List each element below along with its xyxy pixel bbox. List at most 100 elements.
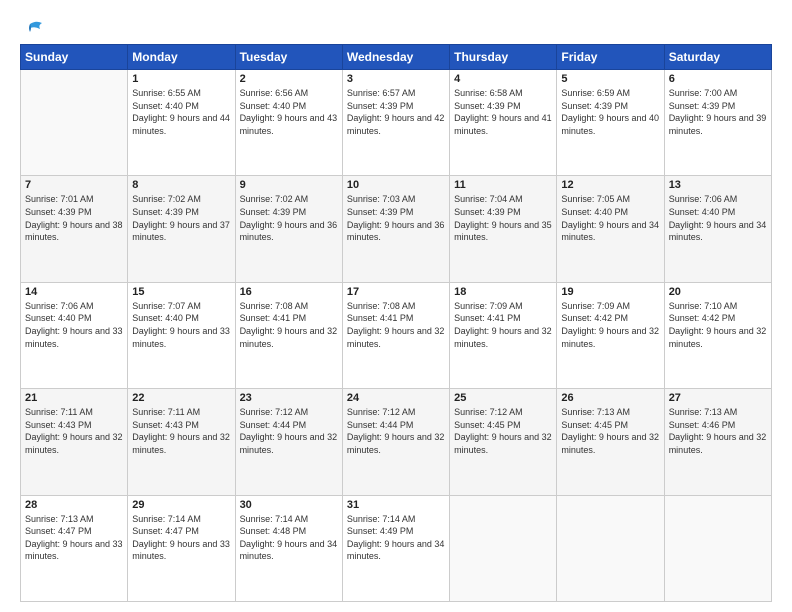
- table-row: 17 Sunrise: 7:08 AMSunset: 4:41 PMDaylig…: [342, 282, 449, 388]
- day-info: Sunrise: 7:11 AMSunset: 4:43 PMDaylight:…: [25, 406, 123, 456]
- col-tuesday: Tuesday: [235, 45, 342, 70]
- day-info: Sunrise: 7:06 AMSunset: 4:40 PMDaylight:…: [669, 193, 767, 243]
- table-row: 3 Sunrise: 6:57 AMSunset: 4:39 PMDayligh…: [342, 70, 449, 176]
- day-number: 12: [561, 179, 659, 191]
- day-number: 29: [132, 499, 230, 511]
- calendar-week-row: 28 Sunrise: 7:13 AMSunset: 4:47 PMDaylig…: [21, 495, 772, 601]
- table-row: 12 Sunrise: 7:05 AMSunset: 4:40 PMDaylig…: [557, 176, 664, 282]
- day-info: Sunrise: 7:14 AMSunset: 4:49 PMDaylight:…: [347, 513, 445, 563]
- table-row: 15 Sunrise: 7:07 AMSunset: 4:40 PMDaylig…: [128, 282, 235, 388]
- day-number: 7: [25, 179, 123, 191]
- table-row: [664, 495, 771, 601]
- col-saturday: Saturday: [664, 45, 771, 70]
- table-row: [557, 495, 664, 601]
- day-number: 1: [132, 73, 230, 85]
- header: [20, 18, 772, 36]
- table-row: 18 Sunrise: 7:09 AMSunset: 4:41 PMDaylig…: [450, 282, 557, 388]
- table-row: 14 Sunrise: 7:06 AMSunset: 4:40 PMDaylig…: [21, 282, 128, 388]
- day-info: Sunrise: 7:13 AMSunset: 4:46 PMDaylight:…: [669, 406, 767, 456]
- day-number: 28: [25, 499, 123, 511]
- calendar-table: Sunday Monday Tuesday Wednesday Thursday…: [20, 44, 772, 602]
- day-number: 16: [240, 286, 338, 298]
- day-info: Sunrise: 6:56 AMSunset: 4:40 PMDaylight:…: [240, 87, 338, 137]
- day-info: Sunrise: 7:04 AMSunset: 4:39 PMDaylight:…: [454, 193, 552, 243]
- day-number: 27: [669, 392, 767, 404]
- table-row: 26 Sunrise: 7:13 AMSunset: 4:45 PMDaylig…: [557, 389, 664, 495]
- table-row: [21, 70, 128, 176]
- col-wednesday: Wednesday: [342, 45, 449, 70]
- table-row: 8 Sunrise: 7:02 AMSunset: 4:39 PMDayligh…: [128, 176, 235, 282]
- table-row: 7 Sunrise: 7:01 AMSunset: 4:39 PMDayligh…: [21, 176, 128, 282]
- day-info: Sunrise: 7:06 AMSunset: 4:40 PMDaylight:…: [25, 300, 123, 350]
- day-info: Sunrise: 6:58 AMSunset: 4:39 PMDaylight:…: [454, 87, 552, 137]
- table-row: 9 Sunrise: 7:02 AMSunset: 4:39 PMDayligh…: [235, 176, 342, 282]
- table-row: 1 Sunrise: 6:55 AMSunset: 4:40 PMDayligh…: [128, 70, 235, 176]
- day-number: 20: [669, 286, 767, 298]
- day-number: 17: [347, 286, 445, 298]
- table-row: 27 Sunrise: 7:13 AMSunset: 4:46 PMDaylig…: [664, 389, 771, 495]
- col-sunday: Sunday: [21, 45, 128, 70]
- day-number: 30: [240, 499, 338, 511]
- day-info: Sunrise: 7:12 AMSunset: 4:44 PMDaylight:…: [347, 406, 445, 456]
- table-row: 16 Sunrise: 7:08 AMSunset: 4:41 PMDaylig…: [235, 282, 342, 388]
- day-info: Sunrise: 6:57 AMSunset: 4:39 PMDaylight:…: [347, 87, 445, 137]
- table-row: 2 Sunrise: 6:56 AMSunset: 4:40 PMDayligh…: [235, 70, 342, 176]
- day-number: 8: [132, 179, 230, 191]
- day-number: 14: [25, 286, 123, 298]
- day-number: 25: [454, 392, 552, 404]
- day-info: Sunrise: 7:01 AMSunset: 4:39 PMDaylight:…: [25, 193, 123, 243]
- table-row: 4 Sunrise: 6:58 AMSunset: 4:39 PMDayligh…: [450, 70, 557, 176]
- day-info: Sunrise: 7:12 AMSunset: 4:45 PMDaylight:…: [454, 406, 552, 456]
- day-number: 4: [454, 73, 552, 85]
- day-info: Sunrise: 6:59 AMSunset: 4:39 PMDaylight:…: [561, 87, 659, 137]
- calendar-week-row: 7 Sunrise: 7:01 AMSunset: 4:39 PMDayligh…: [21, 176, 772, 282]
- day-number: 19: [561, 286, 659, 298]
- day-number: 6: [669, 73, 767, 85]
- day-number: 2: [240, 73, 338, 85]
- day-info: Sunrise: 7:10 AMSunset: 4:42 PMDaylight:…: [669, 300, 767, 350]
- table-row: 28 Sunrise: 7:13 AMSunset: 4:47 PMDaylig…: [21, 495, 128, 601]
- day-info: Sunrise: 7:11 AMSunset: 4:43 PMDaylight:…: [132, 406, 230, 456]
- table-row: 31 Sunrise: 7:14 AMSunset: 4:49 PMDaylig…: [342, 495, 449, 601]
- table-row: 24 Sunrise: 7:12 AMSunset: 4:44 PMDaylig…: [342, 389, 449, 495]
- day-info: Sunrise: 7:08 AMSunset: 4:41 PMDaylight:…: [240, 300, 338, 350]
- table-row: 6 Sunrise: 7:00 AMSunset: 4:39 PMDayligh…: [664, 70, 771, 176]
- day-info: Sunrise: 7:08 AMSunset: 4:41 PMDaylight:…: [347, 300, 445, 350]
- day-info: Sunrise: 7:13 AMSunset: 4:47 PMDaylight:…: [25, 513, 123, 563]
- day-info: Sunrise: 7:14 AMSunset: 4:47 PMDaylight:…: [132, 513, 230, 563]
- table-row: 22 Sunrise: 7:11 AMSunset: 4:43 PMDaylig…: [128, 389, 235, 495]
- day-number: 11: [454, 179, 552, 191]
- table-row: [450, 495, 557, 601]
- day-number: 22: [132, 392, 230, 404]
- col-monday: Monday: [128, 45, 235, 70]
- day-number: 31: [347, 499, 445, 511]
- day-info: Sunrise: 7:02 AMSunset: 4:39 PMDaylight:…: [132, 193, 230, 243]
- table-row: 19 Sunrise: 7:09 AMSunset: 4:42 PMDaylig…: [557, 282, 664, 388]
- day-number: 26: [561, 392, 659, 404]
- day-info: Sunrise: 7:09 AMSunset: 4:42 PMDaylight:…: [561, 300, 659, 350]
- calendar-week-row: 14 Sunrise: 7:06 AMSunset: 4:40 PMDaylig…: [21, 282, 772, 388]
- page: Sunday Monday Tuesday Wednesday Thursday…: [0, 0, 792, 612]
- table-row: 5 Sunrise: 6:59 AMSunset: 4:39 PMDayligh…: [557, 70, 664, 176]
- day-number: 18: [454, 286, 552, 298]
- day-info: Sunrise: 7:03 AMSunset: 4:39 PMDaylight:…: [347, 193, 445, 243]
- table-row: 20 Sunrise: 7:10 AMSunset: 4:42 PMDaylig…: [664, 282, 771, 388]
- day-info: Sunrise: 7:09 AMSunset: 4:41 PMDaylight:…: [454, 300, 552, 350]
- day-info: Sunrise: 7:02 AMSunset: 4:39 PMDaylight:…: [240, 193, 338, 243]
- col-friday: Friday: [557, 45, 664, 70]
- day-info: Sunrise: 7:00 AMSunset: 4:39 PMDaylight:…: [669, 87, 767, 137]
- day-info: Sunrise: 7:07 AMSunset: 4:40 PMDaylight:…: [132, 300, 230, 350]
- day-number: 13: [669, 179, 767, 191]
- table-row: 23 Sunrise: 7:12 AMSunset: 4:44 PMDaylig…: [235, 389, 342, 495]
- day-number: 15: [132, 286, 230, 298]
- day-number: 9: [240, 179, 338, 191]
- calendar-week-row: 1 Sunrise: 6:55 AMSunset: 4:40 PMDayligh…: [21, 70, 772, 176]
- logo: [20, 18, 44, 36]
- day-info: Sunrise: 7:14 AMSunset: 4:48 PMDaylight:…: [240, 513, 338, 563]
- table-row: 29 Sunrise: 7:14 AMSunset: 4:47 PMDaylig…: [128, 495, 235, 601]
- logo-bird-icon: [22, 18, 44, 40]
- day-number: 23: [240, 392, 338, 404]
- day-number: 3: [347, 73, 445, 85]
- table-row: 21 Sunrise: 7:11 AMSunset: 4:43 PMDaylig…: [21, 389, 128, 495]
- day-number: 24: [347, 392, 445, 404]
